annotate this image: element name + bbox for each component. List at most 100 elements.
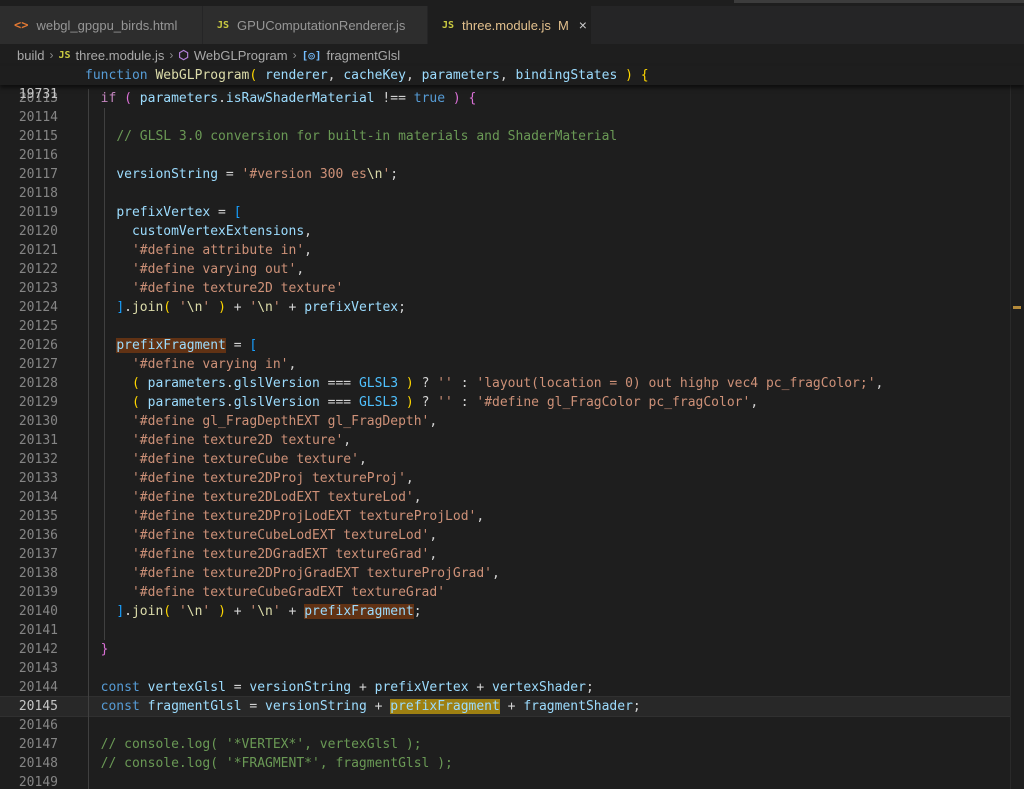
code-token: ? xyxy=(413,395,438,410)
code-token: bindingStates xyxy=(515,68,618,83)
code-line[interactable]: 20144 const vertexGlsl = versionString +… xyxy=(0,678,1024,697)
line-number: 20129 xyxy=(18,395,58,410)
code-token: parameters xyxy=(421,68,500,83)
tab-gpu-computation-renderer[interactable]: JS GPUComputationRenderer.js xyxy=(203,6,428,44)
code-line[interactable]: 20121 '#define attribute in', xyxy=(0,241,1024,260)
code-line[interactable]: 20126 prefixFragment = [ xyxy=(0,336,1024,355)
code-line[interactable]: 20128 ( parameters.glslVersion === GLSL3… xyxy=(0,374,1024,393)
code-token: '#version 300 es xyxy=(241,167,367,182)
code-token: vertexShader xyxy=(492,680,586,695)
tab-three-module[interactable]: JS three.module.js M × xyxy=(428,6,592,44)
code-line[interactable]: 20139 '#define textureCubeGradEXT textur… xyxy=(0,583,1024,602)
code-editor[interactable]: 20113 if ( parameters.isRawShaderMateria… xyxy=(0,89,1024,789)
code-line[interactable]: 20147 // console.log( '*VERTEX*', vertex… xyxy=(0,735,1024,754)
code-token: customVertexExtensions xyxy=(131,224,305,239)
code-line[interactable]: 20137 '#define texture2DGradEXT textureG… xyxy=(0,545,1024,564)
code-line[interactable]: 20129 ( parameters.glslVersion === GLSL3… xyxy=(0,393,1024,412)
code-text: ].join( '\n' ) + '\n' + prefixVertex; xyxy=(85,298,406,317)
code-token: renderer xyxy=(257,68,328,83)
code-token: const xyxy=(100,680,140,695)
code-text: '#define texture2DProjLodEXT textureProj… xyxy=(85,507,484,526)
code-token: '#define texture2DProjLodEXT textureProj… xyxy=(131,509,477,524)
code-token: parameters xyxy=(131,91,219,106)
code-text: customVertexExtensions, xyxy=(85,222,312,241)
code-line[interactable]: 20148 // console.log( '*FRAGMENT*', frag… xyxy=(0,754,1024,773)
code-text: '#define texture2DGradEXT textureGrad', xyxy=(85,545,437,564)
line-number: 20144 xyxy=(18,680,58,695)
code-token: ' xyxy=(178,300,187,315)
code-token: === xyxy=(319,376,359,391)
code-token: '' xyxy=(437,376,453,391)
breadcrumb-class[interactable]: WebGLProgram xyxy=(194,48,288,63)
code-text: ( parameters.glslVersion === GLSL3 ) ? '… xyxy=(85,374,883,393)
code-line[interactable]: 20127 '#define varying in', xyxy=(0,355,1024,374)
code-token: , xyxy=(413,490,422,505)
vertical-scrollbar[interactable] xyxy=(1010,66,1024,789)
code-line[interactable]: 20136 '#define textureCubeLodEXT texture… xyxy=(0,526,1024,545)
code-token: '#define texture2DGradEXT textureGrad' xyxy=(131,547,430,562)
line-number: 20134 xyxy=(18,490,58,505)
code-token: ? xyxy=(413,376,438,391)
code-line[interactable]: 20130 '#define gl_FragDepthEXT gl_FragDe… xyxy=(0,412,1024,431)
code-token: \n xyxy=(257,604,273,619)
line-number: 20133 xyxy=(18,471,58,486)
code-line[interactable]: 20138 '#define texture2DProjGradEXT text… xyxy=(0,564,1024,583)
code-line[interactable]: 20140 ].join( '\n' ) + '\n' + prefixFrag… xyxy=(0,602,1024,621)
code-line[interactable]: 20135 '#define texture2DProjLodEXT textu… xyxy=(0,507,1024,526)
code-line[interactable]: 20122 '#define varying out', xyxy=(0,260,1024,279)
code-line[interactable]: 20146 xyxy=(0,716,1024,735)
code-line[interactable]: 20113 if ( parameters.isRawShaderMateria… xyxy=(0,89,1024,108)
code-token: cacheKey xyxy=(343,68,406,83)
code-line[interactable]: 20132 '#define textureCube texture', xyxy=(0,450,1024,469)
code-line[interactable]: 20120 customVertexExtensions, xyxy=(0,222,1024,241)
code-text: versionString = '#version 300 es\n'; xyxy=(85,165,398,184)
breadcrumb-symbol[interactable]: fragmentGlsl xyxy=(326,48,400,63)
code-text: prefixFragment = [ xyxy=(85,336,257,355)
line-number: 20124 xyxy=(18,300,58,315)
close-icon[interactable]: × xyxy=(579,17,587,33)
tab-webgl-gpgpu-birds[interactable]: <> webgl_gpgpu_birds.html xyxy=(0,6,203,44)
line-number: 20141 xyxy=(18,623,58,638)
code-line[interactable]: 20116 xyxy=(0,146,1024,165)
code-text: '#define textureCube texture', xyxy=(85,450,367,469)
code-line[interactable]: 20118 xyxy=(0,184,1024,203)
sticky-scroll-header[interactable]: 19731 function WebGLProgram( renderer, c… xyxy=(0,66,1024,102)
code-line[interactable]: 20143 xyxy=(0,659,1024,678)
line-number: 20131 xyxy=(18,433,58,448)
code-line[interactable]: 20134 '#define texture2DLodEXT textureLo… xyxy=(0,488,1024,507)
code-line[interactable]: 20133 '#define texture2DProj textureProj… xyxy=(0,469,1024,488)
code-line[interactable]: 20117 versionString = '#version 300 es\n… xyxy=(0,165,1024,184)
sticky-line[interactable]: 19731 function WebGLProgram( renderer, c… xyxy=(0,66,1024,102)
code-token: , xyxy=(476,509,485,524)
code-token: // console.log( '*FRAGMENT*', fragmentGl… xyxy=(100,756,453,771)
code-line[interactable]: 20119 prefixVertex = [ xyxy=(0,203,1024,222)
code-line[interactable]: 20142 } xyxy=(0,640,1024,659)
chevron-right-icon: › xyxy=(169,48,174,62)
code-token: , xyxy=(405,68,422,83)
line-number: 20122 xyxy=(18,262,58,277)
code-line[interactable]: 20123 '#define texture2D texture' xyxy=(0,279,1024,298)
code-line[interactable]: 20149 xyxy=(0,773,1024,789)
breadcrumb-folder[interactable]: build xyxy=(17,48,44,63)
code-line[interactable]: 20141 xyxy=(0,621,1024,640)
code-token: !== xyxy=(374,91,414,106)
code-token: '#define gl_FragColor pc_fragColor' xyxy=(476,395,751,410)
code-line[interactable]: 20124 ].join( '\n' ) + '\n' + prefixVert… xyxy=(0,298,1024,317)
code-line[interactable]: 20115 // GLSL 3.0 conversion for built-i… xyxy=(0,127,1024,146)
code-line[interactable]: 20114 xyxy=(0,108,1024,127)
code-token: ) xyxy=(218,604,226,619)
breadcrumb-file[interactable]: three.module.js xyxy=(76,48,165,63)
code-token: ; xyxy=(390,167,399,182)
code-line[interactable]: 20125 xyxy=(0,317,1024,336)
current-code-line[interactable]: 20145 const fragmentGlsl = versionString… xyxy=(0,696,1024,717)
code-token: vertexGlsl xyxy=(147,680,226,695)
code-line[interactable]: 20131 '#define texture2D texture', xyxy=(0,431,1024,450)
code-token: , xyxy=(296,262,305,277)
code-token: '' xyxy=(437,395,453,410)
